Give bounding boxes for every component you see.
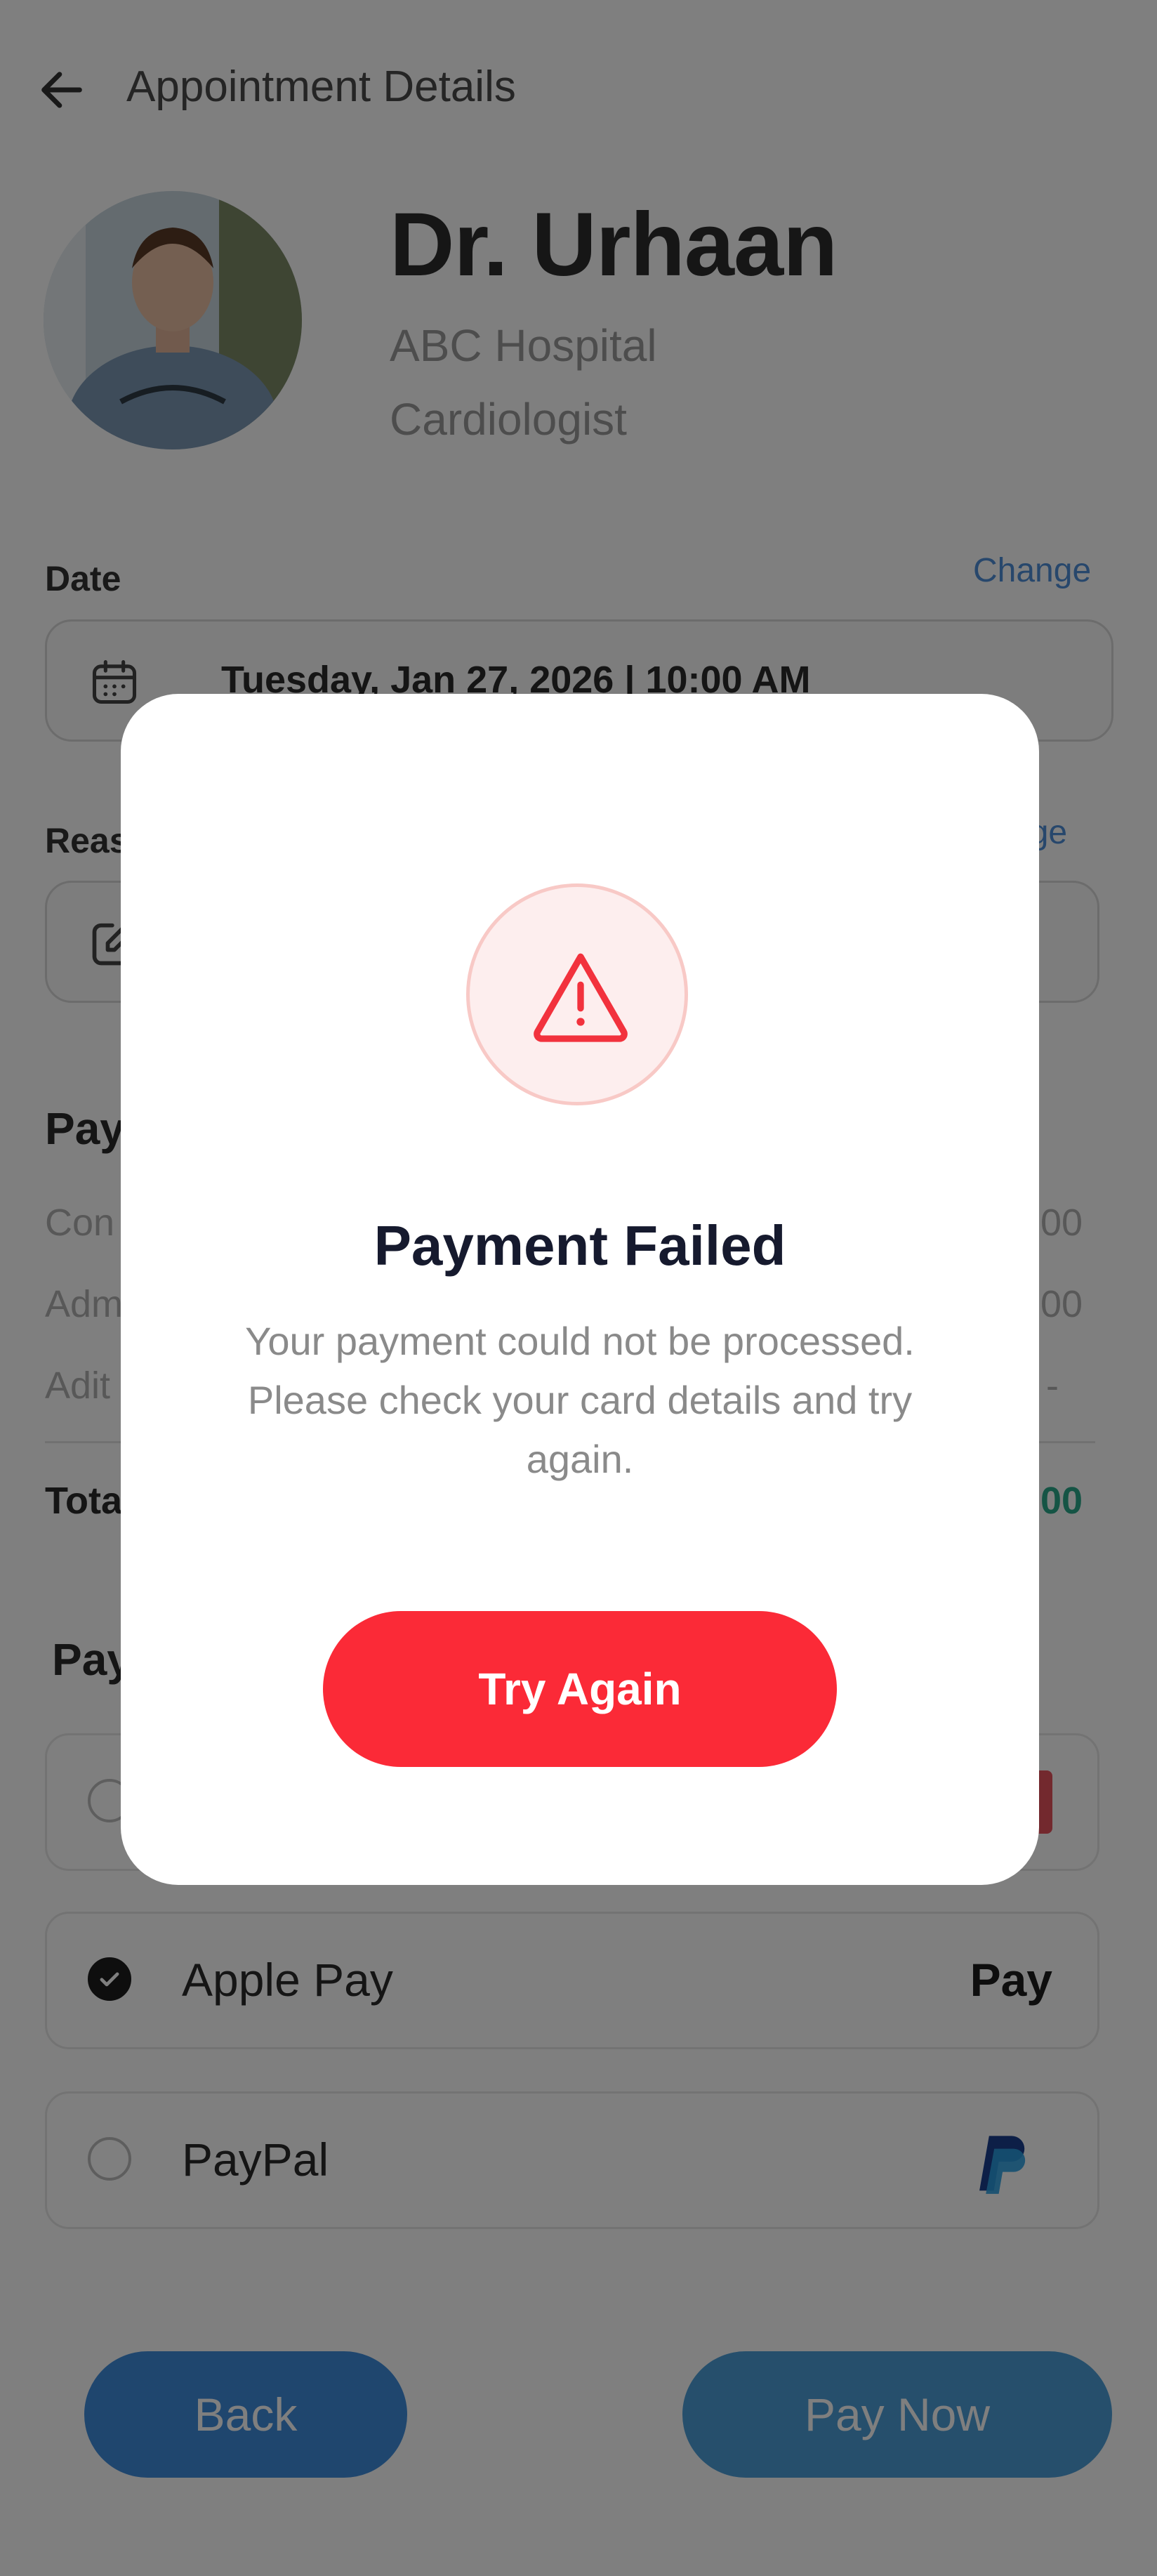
dialog-message: Your payment could not be processed. Ple… (245, 1319, 915, 1481)
warning-triangle-icon (534, 953, 628, 1042)
payment-failed-dialog: Payment Failed Your payment could not be… (121, 694, 1039, 1885)
dialog-title: Payment Failed (373, 1214, 786, 1277)
warning-icon-badge (466, 883, 688, 1105)
try-again-button[interactable]: Try Again (323, 1611, 837, 1767)
